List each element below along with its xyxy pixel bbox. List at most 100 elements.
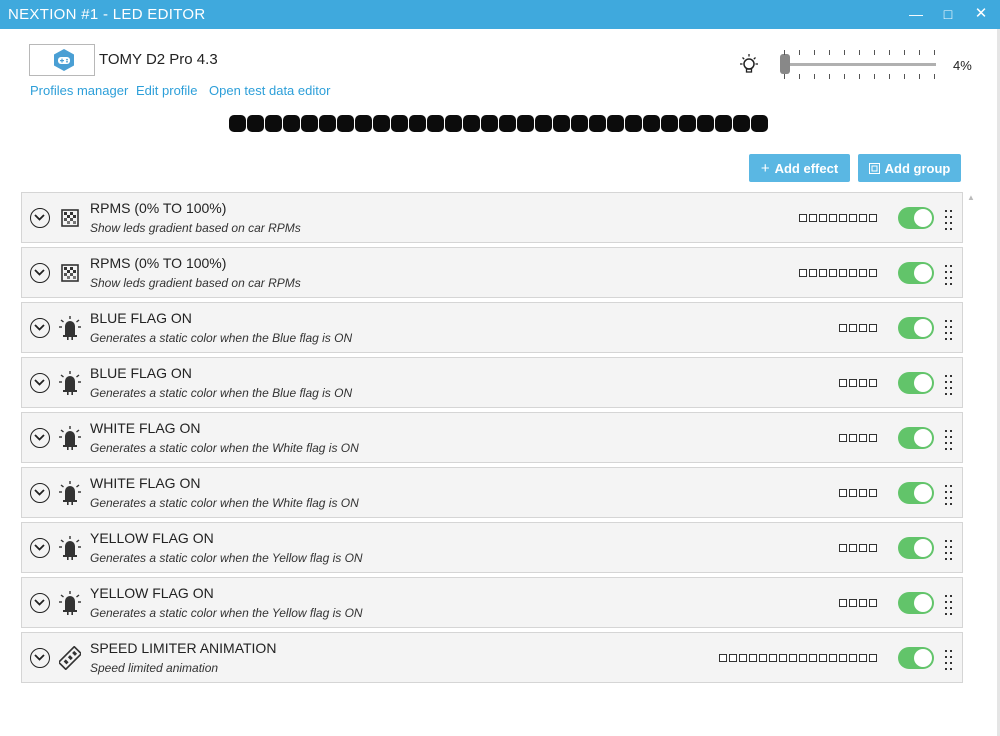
expand-toggle[interactable] xyxy=(30,483,50,503)
effect-enable-toggle[interactable] xyxy=(898,592,934,614)
effect-row[interactable]: BLUE FLAG ON Generates a static color whe… xyxy=(21,357,963,408)
effect-led-slots xyxy=(839,324,877,332)
window-title: NEXTION #1 - LED EDITOR xyxy=(8,6,206,23)
effect-enable-toggle[interactable] xyxy=(898,647,934,669)
effect-led-slots xyxy=(839,599,877,607)
drag-handle-icon[interactable] xyxy=(945,207,953,230)
led-slot xyxy=(829,214,837,222)
drag-handle-icon[interactable] xyxy=(945,647,953,670)
effect-title: WHITE FLAG ON xyxy=(90,420,201,436)
slider-tick xyxy=(844,50,845,55)
expand-toggle[interactable] xyxy=(30,318,50,338)
drag-handle-icon[interactable] xyxy=(945,537,953,560)
drag-handle-icon[interactable] xyxy=(945,592,953,615)
close-button[interactable]: ✕ xyxy=(968,3,994,25)
toggle-knob xyxy=(914,594,932,612)
expand-toggle[interactable] xyxy=(30,373,50,393)
led-slot xyxy=(839,599,847,607)
expand-toggle[interactable] xyxy=(30,208,50,228)
scroll-up-icon[interactable]: ▲ xyxy=(967,193,975,202)
led-slot xyxy=(719,654,727,662)
effect-title: YELLOW FLAG ON xyxy=(90,530,214,546)
led-slot xyxy=(839,654,847,662)
slider-tick xyxy=(784,74,785,79)
effect-row[interactable]: BLUE FLAG ON Generates a static color whe… xyxy=(21,302,963,353)
expand-toggle[interactable] xyxy=(30,428,50,448)
led-preview-dot xyxy=(319,115,336,132)
effect-led-slots xyxy=(839,489,877,497)
drag-handle-icon[interactable] xyxy=(945,317,953,340)
effect-enable-toggle[interactable] xyxy=(898,262,934,284)
led-slot xyxy=(809,654,817,662)
led-preview-dot xyxy=(589,115,606,132)
profile-image-box[interactable] xyxy=(29,44,95,76)
title-bar[interactable]: NEXTION #1 - LED EDITOR ― □ ✕ xyxy=(0,0,1000,29)
drag-handle-icon[interactable] xyxy=(945,427,953,450)
add-effect-button[interactable]: + Add effect xyxy=(749,154,850,182)
led-slot xyxy=(849,654,857,662)
add-group-button[interactable]: Add group xyxy=(858,154,961,182)
led-slot xyxy=(859,269,867,277)
led-preview-dot xyxy=(373,115,390,132)
gradient-icon xyxy=(61,209,79,227)
effect-enable-toggle[interactable] xyxy=(898,317,934,339)
chevron-down-icon xyxy=(34,379,45,386)
led-slot xyxy=(869,654,877,662)
led-slot xyxy=(849,269,857,277)
slider-tick xyxy=(874,74,875,79)
effect-row[interactable]: YELLOW FLAG ON Generates a static color w… xyxy=(21,577,963,628)
effect-led-slots xyxy=(839,544,877,552)
effect-enable-toggle[interactable] xyxy=(898,427,934,449)
toggle-knob xyxy=(914,264,932,282)
led-slot xyxy=(869,269,877,277)
slider-thumb[interactable] xyxy=(780,54,790,74)
effect-description: Speed limited animation xyxy=(90,661,219,675)
led-slot xyxy=(849,214,857,222)
expand-toggle[interactable] xyxy=(30,648,50,668)
slider-tick xyxy=(859,74,860,79)
led-slot xyxy=(819,654,827,662)
led-preview-dot xyxy=(553,115,570,132)
effect-title: BLUE FLAG ON xyxy=(90,310,192,326)
profile-name: TOMY D2 Pro 4.3 xyxy=(99,51,218,68)
led-slot xyxy=(809,269,817,277)
effect-row[interactable]: RPMS (0% TO 100%) Show leds gradient base… xyxy=(21,192,963,243)
effect-enable-toggle[interactable] xyxy=(898,482,934,504)
effect-enable-toggle[interactable] xyxy=(898,372,934,394)
led-slot xyxy=(859,434,867,442)
slider-tick xyxy=(784,50,785,55)
drag-handle-icon[interactable] xyxy=(945,262,953,285)
expand-toggle[interactable] xyxy=(30,538,50,558)
brightness-slider[interactable] xyxy=(774,46,940,80)
maximize-button[interactable]: □ xyxy=(935,3,961,25)
drag-handle-icon[interactable] xyxy=(945,372,953,395)
profiles-manager-link[interactable]: Profiles manager xyxy=(30,83,128,98)
minimize-button[interactable]: ― xyxy=(903,3,929,25)
led-preview-dot xyxy=(661,115,678,132)
effect-row[interactable]: YELLOW FLAG ON Generates a static color w… xyxy=(21,522,963,573)
led-preview-dot xyxy=(481,115,498,132)
led-preview-dot xyxy=(463,115,480,132)
chevron-down-icon xyxy=(34,214,45,221)
led-preview-strip xyxy=(229,115,768,133)
expand-toggle[interactable] xyxy=(30,593,50,613)
effect-row[interactable]: RPMS (0% TO 100%) Show leds gradient base… xyxy=(21,247,963,298)
led-slot xyxy=(849,489,857,497)
effect-led-slots xyxy=(839,379,877,387)
slider-tick xyxy=(874,50,875,55)
effects-list: RPMS (0% TO 100%) Show leds gradient base… xyxy=(21,192,963,687)
toggle-knob xyxy=(914,484,932,502)
slider-track xyxy=(780,63,936,66)
expand-toggle[interactable] xyxy=(30,263,50,283)
effect-enable-toggle[interactable] xyxy=(898,207,934,229)
slider-tick xyxy=(859,50,860,55)
effect-row[interactable]: SPEED LIMITER ANIMATION Speed limited ani… xyxy=(21,632,963,683)
effect-row[interactable]: WHITE FLAG ON Generates a static color wh… xyxy=(21,412,963,463)
effect-enable-toggle[interactable] xyxy=(898,537,934,559)
led-light-icon xyxy=(59,591,81,615)
edit-profile-link[interactable]: Edit profile xyxy=(136,83,197,98)
effect-row[interactable]: WHITE FLAG ON Generates a static color wh… xyxy=(21,467,963,518)
slider-tick xyxy=(814,50,815,55)
open-test-data-editor-link[interactable]: Open test data editor xyxy=(209,83,330,98)
drag-handle-icon[interactable] xyxy=(945,482,953,505)
